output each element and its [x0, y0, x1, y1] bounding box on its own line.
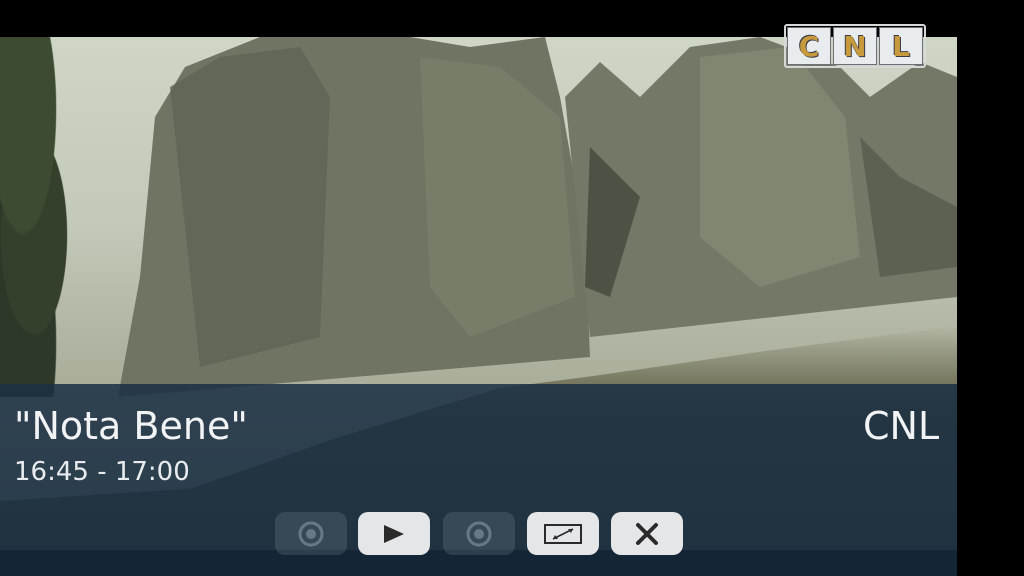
tree-foliage — [0, 37, 100, 397]
play-icon — [384, 524, 404, 543]
play-button[interactable] — [358, 512, 430, 555]
record-icon — [298, 521, 324, 546]
previous-channel-button[interactable] — [275, 512, 347, 555]
next-channel-button[interactable] — [443, 512, 515, 555]
channel-logo: C N L — [784, 24, 926, 68]
logo-letter: N — [833, 27, 877, 65]
close-icon — [636, 522, 658, 545]
program-channel: CNL — [863, 404, 940, 448]
letterbox-side — [957, 0, 1024, 576]
close-button[interactable] — [611, 512, 683, 555]
logo-letter: C — [787, 27, 831, 65]
playback-controls — [0, 512, 957, 556]
resize-icon — [544, 523, 582, 544]
aspect-ratio-button[interactable] — [527, 512, 599, 555]
logo-letter: L — [879, 27, 923, 65]
record-icon — [466, 521, 492, 546]
program-title: "Nota Bene" — [14, 404, 248, 448]
program-time: 16:45 - 17:00 — [14, 457, 190, 487]
